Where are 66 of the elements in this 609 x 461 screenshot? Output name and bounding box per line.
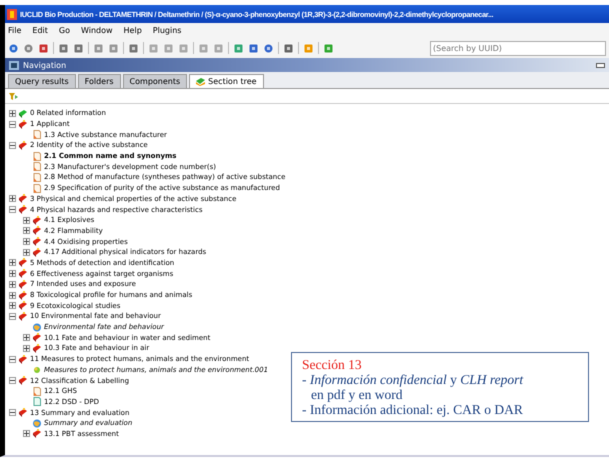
books-icon bbox=[32, 344, 42, 353]
callout-text: - Información adicional: ej. CAR o DAR bbox=[302, 402, 524, 417]
minimize-button[interactable] bbox=[596, 62, 605, 68]
books-icon bbox=[18, 258, 28, 268]
books-icon bbox=[18, 140, 28, 150]
collapse-toggle[interactable] bbox=[9, 356, 16, 363]
collapse-toggle[interactable] bbox=[9, 377, 16, 384]
expand-toggle[interactable] bbox=[23, 344, 30, 352]
collapse-toggle[interactable] bbox=[9, 142, 16, 149]
collapse-toggle[interactable] bbox=[9, 206, 16, 214]
books-icon bbox=[32, 248, 42, 257]
collapse-toggle[interactable] bbox=[9, 409, 16, 416]
panel-title: Navigation bbox=[23, 60, 66, 70]
books-icon bbox=[18, 120, 28, 129]
tab[interactable]: Query results bbox=[8, 74, 76, 88]
collapse-toggle[interactable] bbox=[9, 312, 16, 320]
callout-text: - Información confidencial y CLH report bbox=[302, 372, 524, 387]
expand-toggle[interactable] bbox=[23, 430, 30, 438]
expand-toggle[interactable] bbox=[9, 259, 16, 266]
expand-toggle[interactable] bbox=[9, 302, 16, 310]
expand-toggle[interactable] bbox=[9, 270, 16, 278]
expand-toggle[interactable] bbox=[23, 248, 30, 256]
tab[interactable]: Section tree bbox=[189, 74, 264, 88]
menu-item[interactable]: Edit bbox=[32, 26, 48, 35]
books-icon bbox=[18, 312, 28, 321]
books-icon bbox=[18, 290, 28, 300]
menu-item[interactable]: Plugins bbox=[152, 26, 182, 35]
books-icon bbox=[18, 376, 28, 386]
collapse-toggle[interactable] bbox=[9, 120, 16, 128]
books-icon bbox=[18, 269, 28, 278]
tab[interactable]: Components bbox=[122, 74, 188, 88]
books-icon bbox=[32, 429, 42, 438]
expand-toggle[interactable] bbox=[9, 280, 16, 288]
books-icon bbox=[32, 237, 42, 246]
books-icon bbox=[18, 205, 28, 214]
menu-item[interactable]: File bbox=[8, 26, 22, 35]
callout-text: en pdf y en word bbox=[310, 387, 404, 402]
search-field[interactable]: (Search by UUID) bbox=[430, 40, 606, 56]
globe-icon bbox=[32, 418, 42, 428]
globe-icon bbox=[32, 322, 42, 332]
books-icon bbox=[18, 194, 28, 204]
books-icon bbox=[18, 354, 28, 364]
expand-toggle[interactable] bbox=[9, 195, 16, 202]
expand-toggle[interactable] bbox=[23, 227, 30, 234]
menu-item[interactable]: Window bbox=[80, 26, 113, 35]
books-icon bbox=[18, 108, 28, 118]
expand-toggle[interactable] bbox=[9, 110, 16, 117]
app-logo-icon bbox=[7, 8, 17, 20]
books-icon bbox=[18, 301, 28, 310]
books-icon bbox=[18, 280, 28, 289]
expand-toggle[interactable] bbox=[23, 334, 30, 342]
books-icon bbox=[32, 333, 42, 342]
menu-item[interactable]: Go bbox=[58, 26, 70, 35]
leaf-icon bbox=[32, 365, 42, 374]
expand-toggle[interactable] bbox=[23, 238, 30, 246]
expand-toggle[interactable] bbox=[23, 216, 30, 224]
books-icon bbox=[196, 78, 206, 86]
filter-icon[interactable] bbox=[9, 92, 18, 100]
expand-toggle[interactable] bbox=[9, 292, 16, 299]
navigator-icon bbox=[9, 60, 19, 70]
books-icon bbox=[32, 226, 42, 236]
menu-item[interactable]: Help bbox=[124, 26, 142, 35]
callout-heading: Sección 13 bbox=[302, 357, 363, 372]
books-icon bbox=[18, 408, 28, 418]
tab[interactable]: Folders bbox=[78, 74, 121, 88]
books-icon bbox=[32, 216, 42, 225]
